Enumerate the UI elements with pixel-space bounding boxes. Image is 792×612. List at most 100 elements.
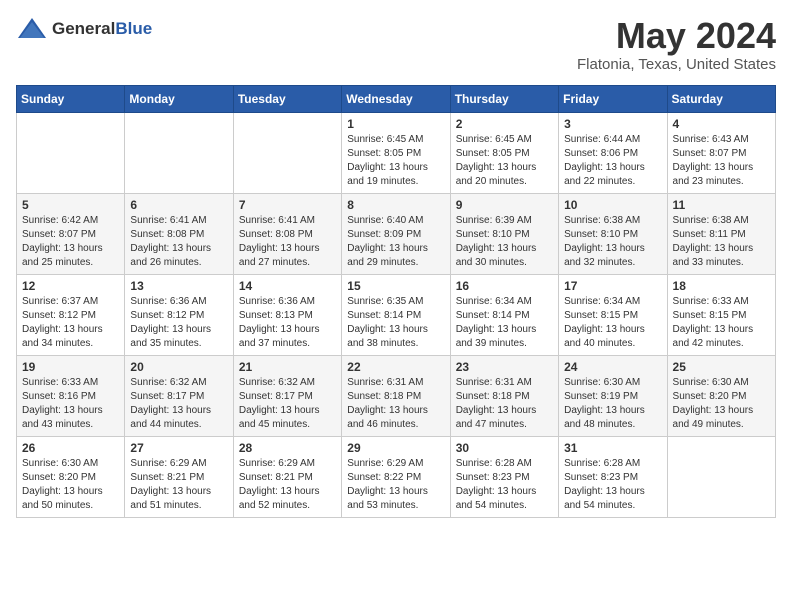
- col-header-sunday: Sunday: [17, 85, 125, 112]
- logo-general: General: [52, 19, 115, 38]
- day-info: Sunrise: 6:29 AM Sunset: 8:22 PM Dayligh…: [347, 457, 444, 513]
- day-number: 28: [239, 441, 336, 455]
- calendar-empty-cell: [667, 436, 775, 517]
- day-number: 27: [130, 441, 227, 455]
- calendar-day-cell: 10 Sunrise: 6:38 AM Sunset: 8:10 PM Dayli…: [559, 193, 667, 274]
- day-info: Sunrise: 6:37 AM Sunset: 8:12 PM Dayligh…: [22, 295, 119, 351]
- day-number: 26: [22, 441, 119, 455]
- day-info: Sunrise: 6:30 AM Sunset: 8:20 PM Dayligh…: [673, 376, 770, 432]
- calendar-day-cell: 14 Sunrise: 6:36 AM Sunset: 8:13 PM Dayli…: [233, 274, 341, 355]
- calendar-day-cell: 3Sunrise: 6:44 AM Sunset: 8:06 PM Daylig…: [559, 112, 667, 193]
- day-number: 8: [347, 198, 444, 212]
- calendar-day-cell: 28 Sunrise: 6:29 AM Sunset: 8:21 PM Dayli…: [233, 436, 341, 517]
- calendar-day-cell: 29Sunrise: 6:29 AM Sunset: 8:22 PM Dayli…: [342, 436, 450, 517]
- calendar-day-cell: 9Sunrise: 6:39 AM Sunset: 8:10 PM Daylig…: [450, 193, 558, 274]
- calendar-day-cell: 19 Sunrise: 6:33 AM Sunset: 8:16 PM Dayli…: [17, 355, 125, 436]
- day-number: 13: [130, 279, 227, 293]
- day-number: 20: [130, 360, 227, 374]
- calendar-empty-cell: [233, 112, 341, 193]
- calendar-day-cell: 6Sunrise: 6:41 AM Sunset: 8:08 PM Daylig…: [125, 193, 233, 274]
- calendar-week-row: 5Sunrise: 6:42 AM Sunset: 8:07 PM Daylig…: [17, 193, 776, 274]
- day-info: Sunrise: 6:29 AM Sunset: 8:21 PM Dayligh…: [130, 457, 227, 513]
- calendar-day-cell: 4 Sunrise: 6:43 AM Sunset: 8:07 PM Daylig…: [667, 112, 775, 193]
- day-info: Sunrise: 6:38 AM Sunset: 8:10 PM Dayligh…: [564, 214, 661, 270]
- calendar-day-cell: 1 Sunrise: 6:45 AM Sunset: 8:05 PM Daylig…: [342, 112, 450, 193]
- day-info: Sunrise: 6:28 AM Sunset: 8:23 PM Dayligh…: [564, 457, 661, 513]
- logo-icon: [16, 16, 48, 42]
- day-info: Sunrise: 6:33 AM Sunset: 8:15 PM Dayligh…: [673, 295, 770, 351]
- col-header-wednesday: Wednesday: [342, 85, 450, 112]
- col-header-tuesday: Tuesday: [233, 85, 341, 112]
- day-number: 24: [564, 360, 661, 374]
- calendar-day-cell: 2 Sunrise: 6:45 AM Sunset: 8:05 PM Daylig…: [450, 112, 558, 193]
- calendar-table: SundayMondayTuesdayWednesdayThursdayFrid…: [16, 85, 776, 518]
- day-number: 5: [22, 198, 119, 212]
- logo: GeneralBlue: [16, 16, 152, 42]
- day-info: Sunrise: 6:34 AM Sunset: 8:14 PM Dayligh…: [456, 295, 553, 351]
- day-number: 17: [564, 279, 661, 293]
- calendar-day-cell: 31 Sunrise: 6:28 AM Sunset: 8:23 PM Dayli…: [559, 436, 667, 517]
- day-info: Sunrise: 6:33 AM Sunset: 8:16 PM Dayligh…: [22, 376, 119, 432]
- day-number: 23: [456, 360, 553, 374]
- col-header-monday: Monday: [125, 85, 233, 112]
- calendar-header-row: SundayMondayTuesdayWednesdayThursdayFrid…: [17, 85, 776, 112]
- calendar-day-cell: 20Sunrise: 6:32 AM Sunset: 8:17 PM Dayli…: [125, 355, 233, 436]
- calendar-day-cell: 26Sunrise: 6:30 AM Sunset: 8:20 PM Dayli…: [17, 436, 125, 517]
- logo-blue: Blue: [115, 19, 152, 38]
- day-info: Sunrise: 6:28 AM Sunset: 8:23 PM Dayligh…: [456, 457, 553, 513]
- day-number: 12: [22, 279, 119, 293]
- col-header-friday: Friday: [559, 85, 667, 112]
- day-number: 11: [673, 198, 770, 212]
- calendar-empty-cell: [125, 112, 233, 193]
- calendar-week-row: 26Sunrise: 6:30 AM Sunset: 8:20 PM Dayli…: [17, 436, 776, 517]
- day-info: Sunrise: 6:36 AM Sunset: 8:12 PM Dayligh…: [130, 295, 227, 351]
- day-info: Sunrise: 6:41 AM Sunset: 8:08 PM Dayligh…: [130, 214, 227, 270]
- calendar-day-cell: 27 Sunrise: 6:29 AM Sunset: 8:21 PM Dayli…: [125, 436, 233, 517]
- col-header-thursday: Thursday: [450, 85, 558, 112]
- day-number: 1: [347, 117, 444, 131]
- calendar-week-row: 12 Sunrise: 6:37 AM Sunset: 8:12 PM Dayli…: [17, 274, 776, 355]
- day-number: 7: [239, 198, 336, 212]
- calendar-day-cell: 5Sunrise: 6:42 AM Sunset: 8:07 PM Daylig…: [17, 193, 125, 274]
- day-info: Sunrise: 6:34 AM Sunset: 8:15 PM Dayligh…: [564, 295, 661, 351]
- day-info: Sunrise: 6:35 AM Sunset: 8:14 PM Dayligh…: [347, 295, 444, 351]
- month-title: May 2024: [577, 16, 776, 56]
- day-info: Sunrise: 6:41 AM Sunset: 8:08 PM Dayligh…: [239, 214, 336, 270]
- calendar-day-cell: 11 Sunrise: 6:38 AM Sunset: 8:11 PM Dayli…: [667, 193, 775, 274]
- calendar-day-cell: 18Sunrise: 6:33 AM Sunset: 8:15 PM Dayli…: [667, 274, 775, 355]
- day-number: 4: [673, 117, 770, 131]
- calendar-day-cell: 17 Sunrise: 6:34 AM Sunset: 8:15 PM Dayli…: [559, 274, 667, 355]
- calendar-day-cell: 24 Sunrise: 6:30 AM Sunset: 8:19 PM Dayli…: [559, 355, 667, 436]
- day-info: Sunrise: 6:45 AM Sunset: 8:05 PM Dayligh…: [347, 133, 444, 189]
- day-number: 14: [239, 279, 336, 293]
- day-info: Sunrise: 6:40 AM Sunset: 8:09 PM Dayligh…: [347, 214, 444, 270]
- day-info: Sunrise: 6:32 AM Sunset: 8:17 PM Dayligh…: [239, 376, 336, 432]
- col-header-saturday: Saturday: [667, 85, 775, 112]
- day-info: Sunrise: 6:38 AM Sunset: 8:11 PM Dayligh…: [673, 214, 770, 270]
- day-info: Sunrise: 6:31 AM Sunset: 8:18 PM Dayligh…: [347, 376, 444, 432]
- day-info: Sunrise: 6:43 AM Sunset: 8:07 PM Dayligh…: [673, 133, 770, 189]
- day-number: 31: [564, 441, 661, 455]
- day-info: Sunrise: 6:45 AM Sunset: 8:05 PM Dayligh…: [456, 133, 553, 189]
- day-info: Sunrise: 6:31 AM Sunset: 8:18 PM Dayligh…: [456, 376, 553, 432]
- title-block: May 2024 Flatonia, Texas, United States: [577, 16, 776, 73]
- day-number: 9: [456, 198, 553, 212]
- calendar-day-cell: 25 Sunrise: 6:30 AM Sunset: 8:20 PM Dayli…: [667, 355, 775, 436]
- day-number: 15: [347, 279, 444, 293]
- day-number: 21: [239, 360, 336, 374]
- day-number: 19: [22, 360, 119, 374]
- calendar-day-cell: 16 Sunrise: 6:34 AM Sunset: 8:14 PM Dayli…: [450, 274, 558, 355]
- logo-text: GeneralBlue: [52, 19, 152, 39]
- day-info: Sunrise: 6:29 AM Sunset: 8:21 PM Dayligh…: [239, 457, 336, 513]
- calendar-day-cell: 30Sunrise: 6:28 AM Sunset: 8:23 PM Dayli…: [450, 436, 558, 517]
- day-number: 16: [456, 279, 553, 293]
- day-info: Sunrise: 6:36 AM Sunset: 8:13 PM Dayligh…: [239, 295, 336, 351]
- day-info: Sunrise: 6:44 AM Sunset: 8:06 PM Dayligh…: [564, 133, 661, 189]
- day-number: 10: [564, 198, 661, 212]
- calendar-day-cell: 7 Sunrise: 6:41 AM Sunset: 8:08 PM Daylig…: [233, 193, 341, 274]
- day-number: 25: [673, 360, 770, 374]
- location-title: Flatonia, Texas, United States: [577, 56, 776, 73]
- day-info: Sunrise: 6:30 AM Sunset: 8:19 PM Dayligh…: [564, 376, 661, 432]
- day-number: 2: [456, 117, 553, 131]
- calendar-empty-cell: [17, 112, 125, 193]
